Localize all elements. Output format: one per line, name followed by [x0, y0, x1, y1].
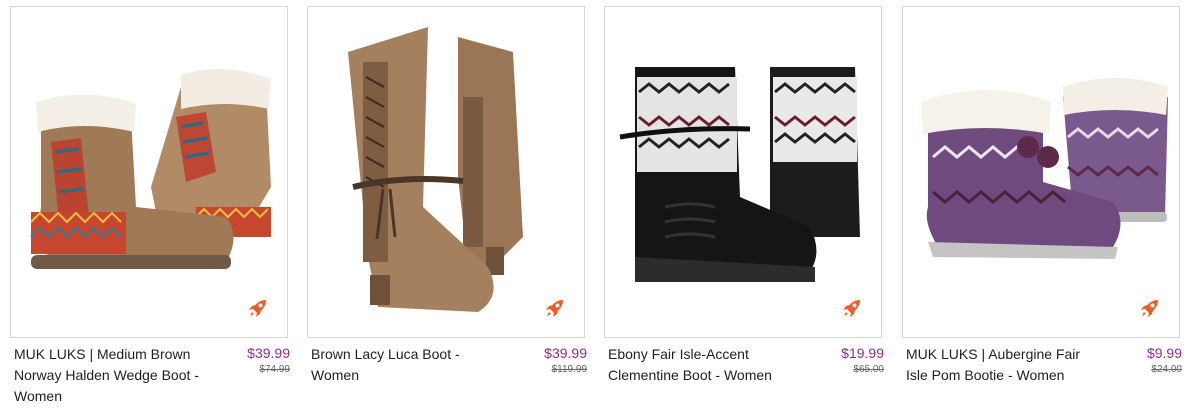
- product-image[interactable]: [604, 6, 882, 338]
- sale-price: $39.99: [247, 345, 290, 361]
- rocket-icon: [843, 300, 860, 317]
- rocket-icon: [249, 300, 266, 317]
- product-card[interactable]: MUK LUKS | Aubergine Fair Isle Pom Booti…: [902, 6, 1182, 416]
- product-card[interactable]: MUK LUKS | Medium Brown Norway Halden We…: [10, 6, 290, 416]
- original-price: $65.00: [853, 364, 884, 375]
- rocket-icon: [546, 300, 563, 317]
- original-price: $24.00: [1151, 364, 1182, 375]
- product-grid: MUK LUKS | Medium Brown Norway Halden We…: [0, 0, 1186, 418]
- sale-price: $19.99: [841, 345, 884, 361]
- product-image[interactable]: [902, 6, 1180, 338]
- rocket-icon: [1141, 300, 1158, 317]
- product-card[interactable]: Ebony Fair Isle-Accent Clementine Boot -…: [604, 6, 884, 416]
- product-image[interactable]: [307, 6, 585, 338]
- ankle-boot-wedge-image: [30, 68, 271, 269]
- product-name[interactable]: Brown Lacy Luca Boot - Women: [311, 344, 506, 386]
- product-name[interactable]: MUK LUKS | Aubergine Fair Isle Pom Booti…: [906, 344, 1101, 386]
- original-price: $119.99: [551, 364, 587, 375]
- sale-price: $9.99: [1146, 345, 1182, 361]
- product-card[interactable]: Brown Lacy Luca Boot - Women $39.99 $119…: [307, 6, 587, 416]
- original-price: $74.99: [259, 364, 290, 375]
- product-image[interactable]: [10, 6, 288, 338]
- product-name[interactable]: Ebony Fair Isle-Accent Clementine Boot -…: [608, 344, 803, 386]
- tall-lace-boot-image: [348, 27, 523, 312]
- product-name[interactable]: MUK LUKS | Medium Brown Norway Halden We…: [14, 344, 209, 407]
- pom-bootie-image: [921, 78, 1168, 259]
- knit-boot-image: [619, 67, 860, 282]
- sale-price: $39.99: [544, 345, 587, 361]
